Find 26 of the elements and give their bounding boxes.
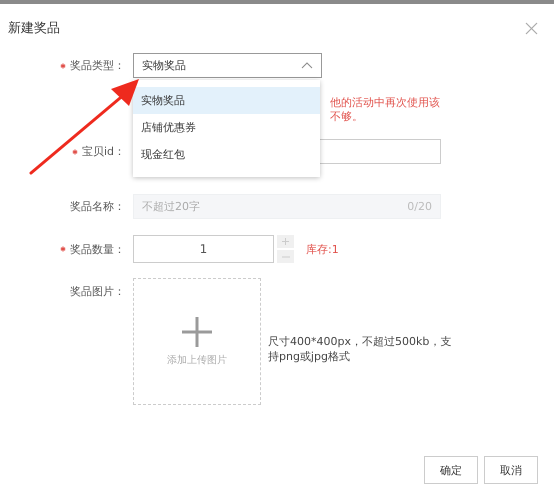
warning-text: 他的活动中再次使用该 xyxy=(330,96,441,110)
upload-hint: 尺寸400*400px，不超过500kb，支持png或jpg格式 xyxy=(268,335,452,363)
dropdown-option[interactable]: 实物奖品 xyxy=(133,87,320,114)
caret-icon xyxy=(301,62,313,69)
dialog-button[interactable]: 确定 xyxy=(424,456,478,484)
field-label: 宝贝id： xyxy=(82,144,125,159)
minus-icon xyxy=(282,256,290,258)
stock-text: 库存:1 xyxy=(306,242,339,256)
increment-button[interactable] xyxy=(277,235,294,248)
character-counter: 0/20 xyxy=(407,200,432,213)
quantity-input[interactable]: 1 xyxy=(133,235,274,263)
plus-icon xyxy=(182,316,212,346)
field-label: 奖品数量： xyxy=(70,242,125,256)
prize-type-select[interactable]: 实物奖品 xyxy=(133,53,322,78)
decrement-button[interactable] xyxy=(277,250,294,263)
warning-text: 不够。 xyxy=(330,110,364,124)
field-label: 奖品名称： xyxy=(70,199,125,214)
dialog-button[interactable]: 取消 xyxy=(484,456,538,484)
field-label: 奖品类型： xyxy=(70,58,125,73)
close-icon[interactable] xyxy=(525,22,538,34)
plus-icon xyxy=(282,238,289,245)
dropdown-option[interactable]: 现金红包 xyxy=(133,141,320,168)
dropdown-option[interactable]: 店铺优惠券 xyxy=(133,114,320,141)
dialog-title: 新建奖品 xyxy=(8,20,60,37)
field-label: 奖品图片： xyxy=(70,284,125,299)
upload-prompt: 添加上传图片 xyxy=(167,354,227,366)
